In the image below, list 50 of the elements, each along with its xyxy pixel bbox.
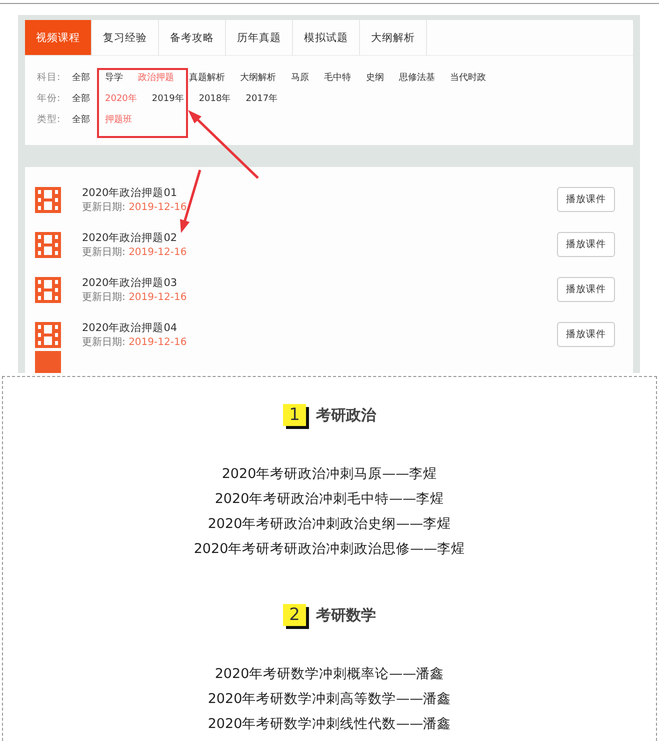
filter-label: 年份: bbox=[37, 92, 62, 105]
filter-option[interactable]: 全部 bbox=[72, 71, 105, 84]
play-button[interactable]: 播放课件 bbox=[557, 277, 615, 302]
course-link[interactable]: 2020年考研政治冲刺政治史纲——李煋 bbox=[208, 512, 452, 537]
tab[interactable]: 备考攻略 bbox=[159, 20, 226, 55]
date-label: 更新日期: bbox=[82, 202, 126, 212]
section-title: 考研政治 bbox=[316, 406, 376, 424]
tab[interactable]: 大纲解析 bbox=[360, 20, 427, 55]
course-link[interactable]: 2020年考研政治冲刺毛中特——李煋 bbox=[214, 487, 444, 512]
filter-option[interactable]: 2017年 bbox=[246, 92, 293, 105]
section-title: 考研数学 bbox=[316, 606, 376, 624]
date-label: 更新日期: bbox=[82, 292, 126, 302]
tab[interactable]: 历年真题 bbox=[226, 20, 293, 55]
update-date: 2019-12-16 bbox=[128, 292, 187, 302]
update-date: 2019-12-16 bbox=[128, 246, 187, 258]
filter-label: 类型: bbox=[37, 113, 62, 126]
filter-option[interactable]: 全部 bbox=[72, 113, 105, 126]
play-button[interactable]: 播放课件 bbox=[557, 187, 615, 212]
section-number: 2 bbox=[283, 604, 306, 626]
course-title[interactable]: 2020年政治押题02 bbox=[82, 230, 536, 244]
filter-option[interactable]: 导学 bbox=[105, 71, 138, 84]
tab[interactable]: 视频课程 bbox=[25, 20, 92, 55]
update-date: 2019-12-16 bbox=[128, 336, 187, 348]
play-button[interactable]: 播放课件 bbox=[557, 322, 615, 347]
filter-option[interactable]: 思修法基 bbox=[399, 71, 450, 84]
course-link[interactable]: 2020年考研数学冲刺高等数学——潘鑫 bbox=[208, 687, 452, 712]
filter-option[interactable]: 全部 bbox=[72, 92, 105, 105]
filter-option[interactable]: 2018年 bbox=[198, 92, 246, 105]
play-button[interactable]: 播放课件 bbox=[557, 232, 615, 257]
tab[interactable]: 复习经验 bbox=[92, 20, 159, 55]
filter-option[interactable]: 大纲解析 bbox=[240, 71, 291, 84]
course-link[interactable]: 2020年考研数学冲刺概率论——潘鑫 bbox=[214, 662, 444, 687]
date-label: 更新日期: bbox=[82, 336, 126, 348]
course-title[interactable]: 2020年政治押题04 bbox=[82, 320, 536, 334]
course-link[interactable]: 2020年考研数学冲刺线性代数——潘鑫 bbox=[208, 712, 452, 737]
filter-option[interactable]: 史纲 bbox=[366, 71, 399, 84]
filter-option[interactable]: 马原 bbox=[291, 71, 324, 84]
tab[interactable]: 模拟试题 bbox=[293, 20, 360, 55]
filter-option[interactable]: 毛中特 bbox=[324, 71, 366, 84]
course-link[interactable]: 2020年考研考研政治冲刺政治思修——李煋 bbox=[194, 537, 466, 562]
filter-option[interactable]: 2019年 bbox=[152, 92, 199, 105]
course-link[interactable]: 2020年考研政治冲刺马原——李煋 bbox=[222, 462, 438, 487]
filter-option[interactable]: 当代时政 bbox=[450, 71, 501, 84]
filter-label: 科目: bbox=[37, 71, 62, 84]
filter-option[interactable]: 真题解析 bbox=[189, 71, 240, 84]
date-label: 更新日期: bbox=[82, 246, 126, 258]
update-date: 2019-12-16 bbox=[128, 202, 187, 212]
course-title[interactable]: 2020年政治押题01 bbox=[82, 186, 536, 200]
course-title[interactable]: 2020年政治押题03 bbox=[82, 276, 536, 290]
section-number: 1 bbox=[283, 404, 306, 426]
